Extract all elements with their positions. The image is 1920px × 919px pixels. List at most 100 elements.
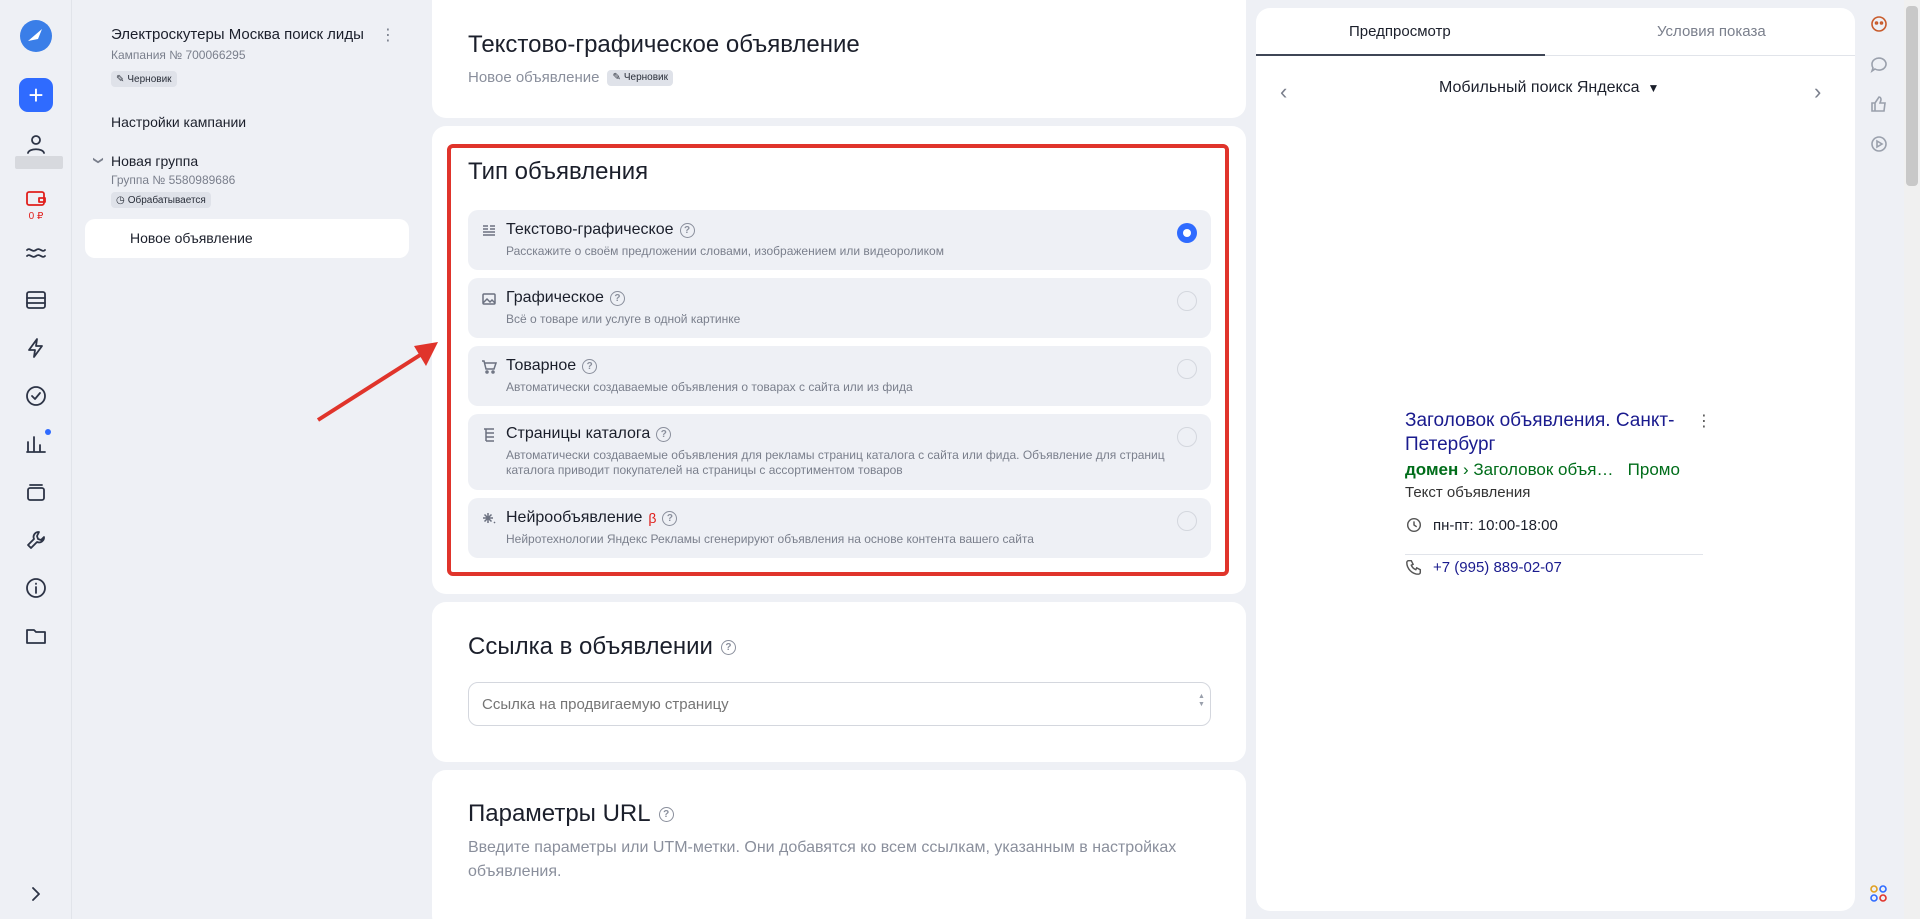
table-icon[interactable] (22, 286, 50, 314)
help-icon[interactable]: ? (720, 639, 736, 655)
url-params-title-text: Параметры URL (468, 800, 651, 827)
wrench-icon[interactable] (22, 526, 50, 554)
cart-icon (481, 359, 498, 375)
account-name-placeholder (15, 156, 63, 169)
tab-divider (1545, 55, 1855, 56)
active-tab-indicator (1256, 54, 1545, 56)
check-circle-icon[interactable] (22, 382, 50, 410)
group-chevron-icon[interactable]: ❯ (93, 156, 104, 164)
play-icon[interactable] (1869, 134, 1889, 154)
ad-preview-domain: домен (1405, 460, 1459, 479)
expand-chevron-icon[interactable] (22, 880, 50, 908)
campaign-status-badge: ✎ Черновик (111, 71, 177, 87)
help-icon[interactable]: ? (656, 426, 672, 442)
draft-label: Черновик (623, 72, 669, 83)
option-desc: Расскажите о своём предложении словами, … (506, 244, 944, 258)
user-icon[interactable] (22, 130, 50, 158)
pencil-icon: ✎ (612, 72, 621, 83)
option-label: Товарное (506, 357, 577, 374)
ad-preview-phone[interactable]: +7 (995) 889-02-07 (1405, 558, 1562, 576)
help-icon[interactable]: ? (658, 806, 674, 822)
ad-type-option-text-graphic[interactable]: Текстово-графическое? Расскажите о своём… (468, 210, 1211, 270)
chat-icon[interactable] (1869, 54, 1889, 74)
prev-arrow-icon[interactable]: ‹ (1280, 81, 1287, 103)
group-number: Группа № 5580989686 (111, 173, 236, 187)
option-desc: Автоматически создаваемые объявления о т… (506, 380, 913, 394)
ad-type-option-neuro[interactable]: Нейрообъявление β? Нейротехнологии Яндекс… (468, 498, 1211, 558)
ad-preview-promo: Промо (1627, 460, 1680, 479)
option-desc: Всё о товаре или услуге в одной картинке (506, 312, 741, 326)
ad-preview-hours: пн-пт: 10:00-18:00 (1405, 516, 1558, 534)
option-radio[interactable] (1177, 359, 1197, 379)
campaign-title[interactable]: Электроскутеры Москва поиск лиды (111, 26, 364, 43)
option-radio[interactable] (1177, 427, 1197, 447)
ad-preview-url: домен › Заголовок объя… Промо (1405, 460, 1680, 480)
page-subtitle: Новое объявление ✎ Черновик (468, 69, 674, 86)
right-rail (1856, 0, 1902, 919)
chevron-down-icon: ▼ (1647, 81, 1660, 95)
option-desc: Нейротехнологии Яндекс Рекламы сгенериру… (506, 532, 1034, 546)
url-input[interactable] (468, 682, 1211, 726)
waves-icon[interactable] (22, 238, 50, 266)
ad-preview-text: Текст объявления (1405, 484, 1531, 501)
wallet-amount: 0 ₽ (28, 211, 44, 222)
header-card: Текстово-графическое объявление Новое об… (432, 0, 1246, 118)
notification-dot (45, 429, 51, 435)
campaign-number: Кампания № 700066295 (111, 48, 246, 62)
icon-rail: + 0 ₽ (0, 0, 72, 919)
clock-icon (1406, 517, 1422, 533)
draft-badge: ✎ Черновик (607, 69, 674, 86)
logo-icon[interactable] (20, 20, 52, 52)
sparkle-icon (481, 511, 497, 527)
hours-text: пн-пт: 10:00-18:00 (1433, 516, 1558, 534)
like-icon[interactable] (1869, 94, 1889, 114)
lightning-icon[interactable] (22, 334, 50, 362)
apps-icon[interactable] (1869, 884, 1889, 904)
tab-conditions[interactable]: Условия показа (1657, 23, 1766, 40)
phone-icon (1406, 559, 1422, 575)
ad-type-option-catalog[interactable]: Страницы каталога? Автоматически создава… (468, 414, 1211, 490)
help-icon[interactable]: ? (609, 290, 625, 306)
ad-preview-divider (1405, 554, 1703, 555)
sidebar-item-new-ad[interactable]: Новое объявление (85, 219, 409, 258)
option-label: Страницы каталога (506, 425, 651, 442)
add-button[interactable]: + (19, 78, 53, 112)
page-title: Текстово-графическое объявление (468, 31, 860, 58)
ad-preview-menu-icon[interactable]: ⋮ (1696, 411, 1712, 431)
assistant-avatar-icon[interactable] (1869, 14, 1889, 34)
scrollbar-thumb[interactable] (1906, 6, 1918, 186)
wallet-icon[interactable] (22, 184, 50, 212)
catalog-tree-icon (481, 427, 497, 443)
pencil-icon: ✎ (116, 73, 125, 85)
option-desc: Автоматически создаваемые объявления для… (506, 448, 1165, 477)
tab-preview[interactable]: Предпросмотр (1349, 23, 1451, 40)
info-icon[interactable] (22, 574, 50, 602)
campaign-settings-link[interactable]: Настройки кампании (111, 114, 246, 130)
ad-name: Новое объявление (468, 69, 600, 86)
ad-preview-path: › Заголовок объя… (1462, 460, 1614, 479)
next-arrow-icon[interactable]: › (1814, 81, 1821, 103)
text-lines-icon (481, 223, 497, 239)
preview-panel: Предпросмотр Условия показа ‹ › Мобильны… (1256, 8, 1855, 911)
option-label: Нейрообъявление (506, 509, 643, 526)
group-title[interactable]: Новая группа (111, 153, 198, 169)
preview-selector[interactable]: Мобильный поиск Яндекса ▼ (1439, 79, 1659, 97)
option-radio[interactable] (1177, 291, 1197, 311)
link-section-title-text: Ссылка в объявлении (468, 633, 713, 660)
ad-type-option-product[interactable]: Товарное? Автоматически создаваемые объя… (468, 346, 1211, 406)
ad-preview-title[interactable]: Заголовок объявления. Санкт-Петербург (1405, 409, 1695, 457)
layers-icon[interactable] (22, 478, 50, 506)
option-radio[interactable] (1177, 223, 1197, 243)
help-icon[interactable]: ? (582, 358, 598, 374)
option-radio[interactable] (1177, 511, 1197, 531)
help-icon[interactable]: ? (679, 222, 695, 238)
input-spin-icon: ▲ ▼ (1198, 693, 1205, 708)
ad-type-option-graphic[interactable]: Графическое? Всё о товаре или услуге в о… (468, 278, 1211, 338)
option-label: Текстово-графическое (506, 221, 674, 238)
campaign-menu-icon[interactable]: ⋮ (380, 26, 396, 46)
folder-icon[interactable] (22, 622, 50, 650)
preview-selector-label: Мобильный поиск Яндекса (1439, 79, 1640, 96)
url-params-desc: Введите параметры или UTM-метки. Они доб… (468, 839, 1177, 880)
url-params-title: Параметры URL? (468, 800, 674, 828)
help-icon[interactable]: ? (662, 510, 678, 526)
